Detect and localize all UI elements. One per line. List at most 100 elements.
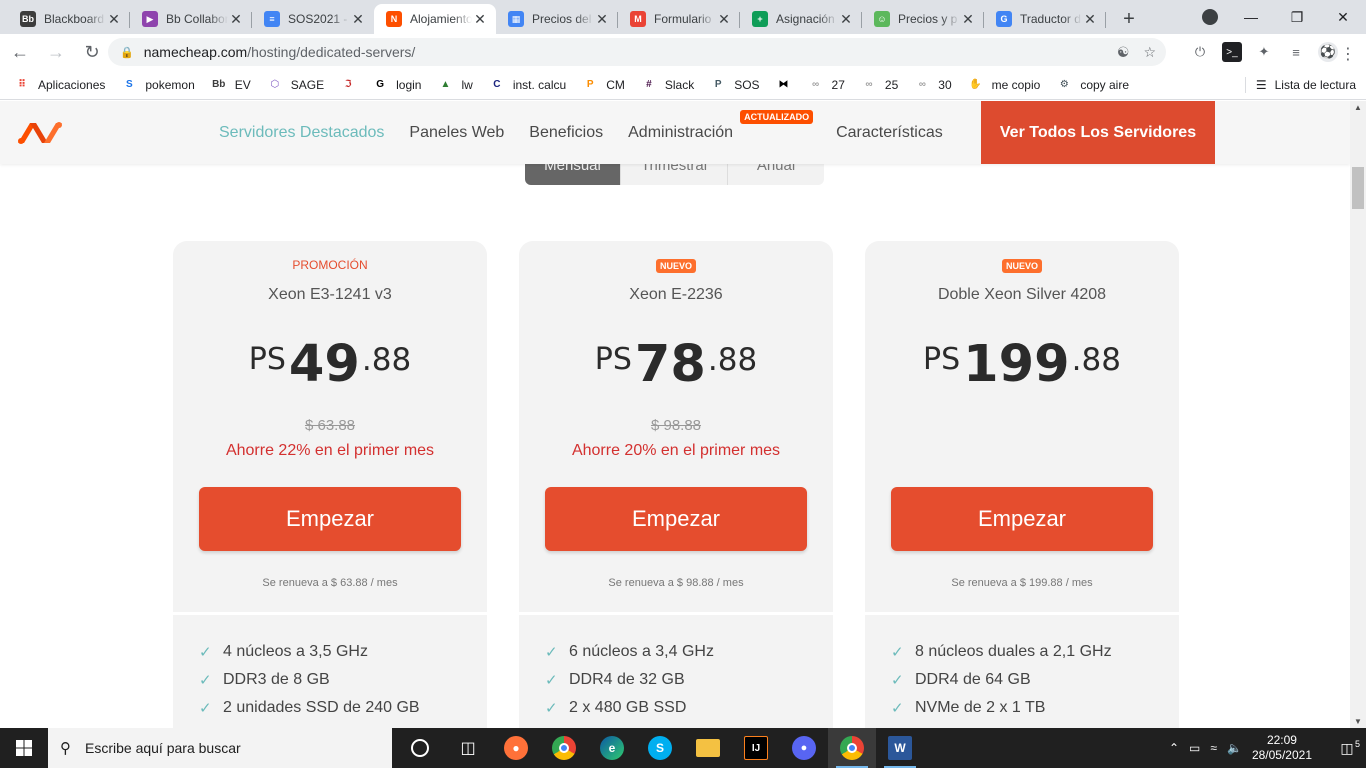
view-all-servers-button[interactable]: Ver Todos Los Servidores <box>981 101 1215 164</box>
bookmark-item[interactable]: ⚙ copy aire <box>1056 77 1129 93</box>
bookmark-item[interactable]: ∞ 30 <box>914 77 952 93</box>
windows-start-icon[interactable] <box>0 728 48 768</box>
skype-icon[interactable]: S <box>636 728 684 768</box>
bookmark-item[interactable]: ▲ lw <box>437 77 473 93</box>
bookmark-item[interactable]: ℑ <box>340 77 356 93</box>
nav-item-label: Beneficios <box>529 123 604 141</box>
browser-tab[interactable]: M Formulario ✕ <box>618 4 740 34</box>
bookmark-item[interactable]: ∞ 27 <box>808 77 845 93</box>
scroll-up-icon[interactable]: ▲ <box>1354 103 1362 112</box>
bookmark-item[interactable]: P SOS <box>710 77 760 93</box>
cortana-icon[interactable] <box>396 728 444 768</box>
bookmark-item[interactable]: Glogin <box>372 77 421 93</box>
bookmark-item[interactable]: ⧓ <box>776 77 792 93</box>
browser-tab[interactable]: Bb Blackboard ✕ <box>8 4 130 34</box>
reload-icon[interactable]: ↻ <box>76 36 108 68</box>
close-tab-icon[interactable]: ✕ <box>228 11 244 28</box>
scrollbar-thumb[interactable] <box>1352 167 1364 209</box>
clock[interactable]: 22:09 28/05/2021 <box>1252 733 1312 763</box>
browser-tab[interactable]: G Traductor d ✕ <box>984 4 1106 34</box>
taskbar-search[interactable]: ⚲ Escribe aquí para buscar <box>48 728 392 768</box>
nav-item-label: Características <box>836 123 943 141</box>
minimize-icon[interactable]: — <box>1228 9 1274 25</box>
battery-icon[interactable]: ▭ <box>1189 741 1200 755</box>
close-window-icon[interactable]: ✕ <box>1320 9 1366 26</box>
firefox-icon[interactable]: ● <box>492 728 540 768</box>
price-decimal: .88 <box>361 342 412 378</box>
bookmark-item[interactable]: Cinst. calcu <box>489 77 566 93</box>
browser-tab[interactable]: ☺ Precios y p ✕ <box>862 4 984 34</box>
chevron-up-icon[interactable]: ⌃ <box>1169 741 1179 755</box>
intellij-icon[interactable]: IJ <box>732 728 780 768</box>
hands-icon: ✋ <box>969 79 982 90</box>
close-tab-icon[interactable]: ✕ <box>472 11 488 28</box>
lock-icon[interactable]: 🔒 <box>120 46 134 59</box>
bookmark-item[interactable]: Bb EV <box>211 77 251 93</box>
tab-title: SOS2021 - <box>288 12 348 26</box>
menu-kebab-icon[interactable]: ⋮ <box>1340 44 1356 64</box>
volume-icon[interactable]: 🔈 <box>1227 741 1242 755</box>
get-started-button[interactable]: Empezar <box>199 487 461 551</box>
bookmark-label: SOS <box>734 77 760 92</box>
new-tab-icon[interactable]: + <box>1114 4 1144 34</box>
puzzle-extensions-icon[interactable]: ✦ <box>1254 42 1274 62</box>
bookmark-label: lw <box>461 77 473 92</box>
close-tab-icon[interactable]: ✕ <box>716 11 732 28</box>
wifi-icon[interactable]: ≈ <box>1210 741 1217 755</box>
close-tab-icon[interactable]: ✕ <box>594 11 610 28</box>
card-divider <box>519 612 833 615</box>
get-started-button[interactable]: Empezar <box>891 487 1153 551</box>
nav-item[interactable]: Beneficios <box>529 124 603 142</box>
reading-list[interactable]: ☰ Lista de lectura <box>1244 77 1356 93</box>
word-icon[interactable]: W <box>876 728 924 768</box>
bookmark-label: SAGE <box>290 77 325 92</box>
edge-icon[interactable]: e <box>588 728 636 768</box>
bookmark-star-icon[interactable]: ☆ <box>1143 44 1156 61</box>
bookmark-item[interactable]: # Slack <box>641 77 694 93</box>
dumbbell-icon: ⧓ <box>778 79 789 90</box>
bookmark-item[interactable]: ⬡ SAGE <box>267 77 324 93</box>
close-tab-icon[interactable]: ✕ <box>1082 11 1098 28</box>
close-tab-icon[interactable]: ✕ <box>106 11 122 28</box>
chrome-taskbar-icon[interactable] <box>540 728 588 768</box>
bookmark-item[interactable]: P CM <box>582 77 625 93</box>
translate-icon[interactable]: ☯ <box>1117 44 1130 61</box>
bookmark-item[interactable]: ✋ me copio <box>968 77 1040 93</box>
bookmark-label: 27 <box>831 77 845 92</box>
page-scrollbar[interactable]: ▲ ▼ <box>1350 101 1366 728</box>
tab-search-icon[interactable] <box>1202 9 1218 25</box>
close-tab-icon[interactable]: ✕ <box>350 11 366 28</box>
profile-avatar[interactable]: ⚽ <box>1318 42 1338 62</box>
bookmark-item[interactable]: ⠿ Aplicaciones <box>14 77 105 93</box>
nav-item[interactable]: Características <box>836 124 943 142</box>
browser-tab[interactable]: + Asignación ✕ <box>740 4 862 34</box>
nav-item[interactable]: Administración ACTUALIZADO <box>628 109 814 142</box>
notifications-icon[interactable]: ◫ 5 <box>1328 738 1366 757</box>
power-extension-icon[interactable]: ⏻ <box>1190 42 1210 62</box>
close-tab-icon[interactable]: ✕ <box>960 11 976 28</box>
close-tab-icon[interactable]: ✕ <box>838 11 854 28</box>
bookmark-item[interactable]: ∞ 25 <box>861 77 898 93</box>
chrome-profile-taskbar-icon[interactable] <box>828 728 876 768</box>
file-explorer-icon[interactable] <box>684 728 732 768</box>
browser-tab[interactable]: N Alojamiento ✕ <box>374 4 496 34</box>
back-icon[interactable]: ← <box>4 36 36 68</box>
nav-item[interactable]: Servidores Destacados <box>219 124 384 142</box>
media-queue-icon[interactable]: ≡ <box>1286 42 1306 62</box>
terminal-extension-icon[interactable]: >_ <box>1222 42 1242 62</box>
restore-icon[interactable]: ❐ <box>1274 9 1320 26</box>
bookmark-label: CM <box>606 77 625 92</box>
address-bar[interactable]: 🔒 namecheap.com/hosting/dedicated-server… <box>108 38 1166 66</box>
scroll-down-icon[interactable]: ▼ <box>1354 717 1362 726</box>
browser-tab[interactable]: ▦ Precios del ✕ <box>496 4 618 34</box>
forward-icon[interactable]: → <box>40 36 72 68</box>
namecheap-logo-icon[interactable] <box>16 119 64 147</box>
task-view-icon[interactable]: ◫ <box>444 728 492 768</box>
discord-icon[interactable]: ● <box>780 728 828 768</box>
bookmark-item[interactable]: Spokemon <box>121 77 195 93</box>
tab-title: Traductor d <box>1020 12 1081 26</box>
browser-tab[interactable]: ≡ SOS2021 - ✕ <box>252 4 374 34</box>
get-started-button[interactable]: Empezar <box>545 487 807 551</box>
browser-tab[interactable]: ▶ Bb Collaborate✕ <box>130 4 252 34</box>
nav-item[interactable]: Paneles Web <box>409 124 504 142</box>
